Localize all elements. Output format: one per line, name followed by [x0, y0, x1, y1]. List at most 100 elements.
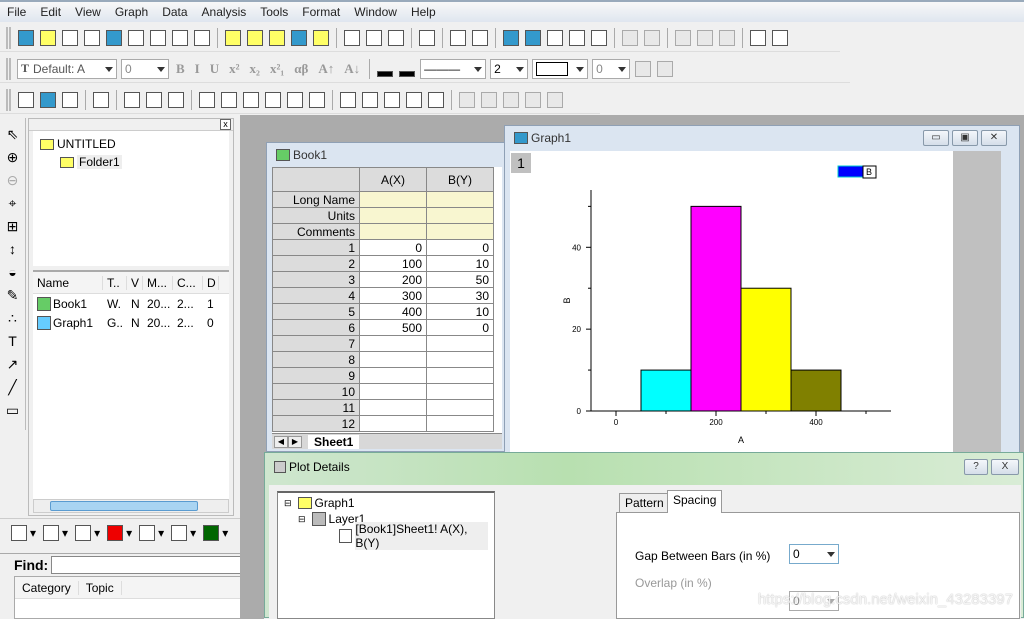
- row-number[interactable]: 10: [272, 383, 360, 400]
- dropdown-arrow-icon[interactable]: ▾: [94, 526, 100, 540]
- data-cell[interactable]: [359, 383, 427, 400]
- corner-cell[interactable]: [272, 167, 360, 192]
- axis-dotted-icon[interactable]: [221, 91, 237, 108]
- import-multiple-ascii-icon[interactable]: [388, 29, 404, 46]
- row-number[interactable]: 8: [272, 351, 360, 368]
- pointer-icon[interactable]: ⇖: [7, 124, 19, 147]
- new-workbook-icon[interactable]: [62, 29, 78, 46]
- help-button[interactable]: ?: [964, 459, 988, 475]
- menu-file[interactable]: File: [0, 5, 33, 19]
- row-number[interactable]: 9: [272, 367, 360, 384]
- style-button-7[interactable]: A↑: [318, 61, 334, 77]
- dropdown-arrow-icon[interactable]: ▾: [126, 526, 132, 540]
- data-cell[interactable]: 10: [426, 303, 494, 320]
- scatter-plot-icon[interactable]: [43, 524, 60, 541]
- bar-chart[interactable]: 0 200 400 0 20 40 A B B: [510, 151, 953, 456]
- tree-root[interactable]: UNTITLED: [37, 135, 225, 153]
- paste-icon[interactable]: [719, 29, 735, 46]
- column-header[interactable]: C...: [173, 275, 203, 290]
- mask-icon[interactable]: [481, 91, 497, 108]
- meta-cell[interactable]: [426, 223, 494, 240]
- fill-pattern-select[interactable]: [532, 58, 589, 79]
- find-input[interactable]: [51, 556, 264, 574]
- row-number[interactable]: 12: [272, 415, 360, 432]
- data-cell[interactable]: 0: [426, 319, 494, 336]
- zoom-in-icon[interactable]: ⊕: [7, 147, 19, 170]
- line-style-select[interactable]: ———: [420, 58, 487, 79]
- column-header[interactable]: B(Y): [426, 167, 494, 192]
- line-plot-icon[interactable]: [11, 524, 27, 541]
- meta-cell[interactable]: [426, 191, 494, 208]
- row-label[interactable]: Long Name: [272, 191, 360, 208]
- data-cell[interactable]: 10: [426, 255, 494, 272]
- new-layout-icon[interactable]: [172, 29, 188, 46]
- category-column[interactable]: Category: [15, 580, 79, 595]
- data-cell[interactable]: 100: [359, 255, 427, 272]
- pen-icon[interactable]: [459, 91, 475, 108]
- data-cell[interactable]: [426, 351, 494, 368]
- open-template-icon[interactable]: [247, 29, 263, 46]
- y-axis-label[interactable]: B: [562, 297, 572, 303]
- data-cell[interactable]: [359, 335, 427, 352]
- date-time-icon[interactable]: [406, 91, 422, 108]
- layout-1-icon[interactable]: [124, 91, 140, 108]
- axis-plot-icon[interactable]: [309, 91, 325, 108]
- horizontal-scrollbar[interactable]: [33, 499, 229, 513]
- add-column-icon[interactable]: [622, 29, 638, 46]
- cut-icon[interactable]: [675, 29, 691, 46]
- meta-cell[interactable]: [359, 223, 427, 240]
- menu-window[interactable]: Window: [347, 5, 404, 19]
- dropdown-arrow-icon[interactable]: ▾: [30, 526, 36, 540]
- dropdown-arrow-icon[interactable]: ▾: [62, 526, 68, 540]
- font-size-select[interactable]: 0: [121, 58, 169, 79]
- legend-label[interactable]: B: [866, 167, 872, 177]
- data-cell[interactable]: 500: [359, 319, 427, 336]
- menu-tools[interactable]: Tools: [253, 5, 295, 19]
- data-cell[interactable]: 50: [426, 271, 494, 288]
- row-label[interactable]: Comments: [272, 223, 360, 240]
- minimize-button[interactable]: ▭: [923, 130, 949, 146]
- row-label[interactable]: Units: [272, 207, 360, 224]
- close-button[interactable]: ✕: [981, 130, 1007, 146]
- tab-scroll-right[interactable]: ▶: [288, 435, 302, 448]
- data-cell[interactable]: [426, 335, 494, 352]
- row-number[interactable]: 2: [272, 255, 360, 272]
- tree-graph1[interactable]: ⊟ Graph1: [284, 495, 488, 511]
- import-ascii-icon[interactable]: [366, 29, 382, 46]
- menu-help[interactable]: Help: [404, 5, 443, 19]
- collapse-icon[interactable]: ⊟: [298, 514, 306, 525]
- refresh-icon[interactable]: [644, 29, 660, 46]
- row-number[interactable]: 11: [272, 399, 360, 416]
- data-selector-icon[interactable]: ⊞: [7, 216, 19, 239]
- axis-box-icon[interactable]: [265, 91, 281, 108]
- column-header[interactable]: T..: [103, 275, 127, 290]
- tab-spacing[interactable]: Spacing: [667, 490, 723, 513]
- data-cell[interactable]: 300: [359, 287, 427, 304]
- style-button-5[interactable]: x²₁: [270, 61, 284, 77]
- command-window-icon[interactable]: [569, 29, 585, 46]
- style-button-6[interactable]: αβ: [294, 61, 308, 77]
- list-item[interactable]: Book1 W. N 20... 2... 1: [33, 294, 229, 313]
- scroll-thumb[interactable]: [50, 501, 198, 511]
- row-number[interactable]: 3: [272, 271, 360, 288]
- fill-value-select[interactable]: 0: [592, 58, 631, 79]
- column-plot-icon[interactable]: [107, 524, 124, 541]
- legend-icon[interactable]: [340, 91, 356, 108]
- toolbar-grip[interactable]: [6, 26, 11, 49]
- print-icon[interactable]: [419, 29, 435, 46]
- meta-cell[interactable]: [359, 207, 427, 224]
- pattern-icon[interactable]: [635, 60, 652, 77]
- line-color-icon[interactable]: [399, 70, 416, 77]
- add-layer-icon[interactable]: [750, 29, 766, 46]
- column-header[interactable]: Name: [33, 275, 103, 290]
- data-cell[interactable]: 200: [359, 271, 427, 288]
- x-axis-label[interactable]: A: [738, 435, 744, 445]
- close-icon[interactable]: x: [220, 119, 231, 130]
- bar-300[interactable]: [740, 287, 792, 412]
- row-number[interactable]: 6: [272, 319, 360, 336]
- data-cell[interactable]: [426, 399, 494, 416]
- axis-l-icon[interactable]: [199, 91, 215, 108]
- style-button-8[interactable]: A↓: [344, 61, 360, 77]
- line-symbol-plot-icon[interactable]: [75, 524, 92, 541]
- style-button-0[interactable]: B: [176, 61, 185, 77]
